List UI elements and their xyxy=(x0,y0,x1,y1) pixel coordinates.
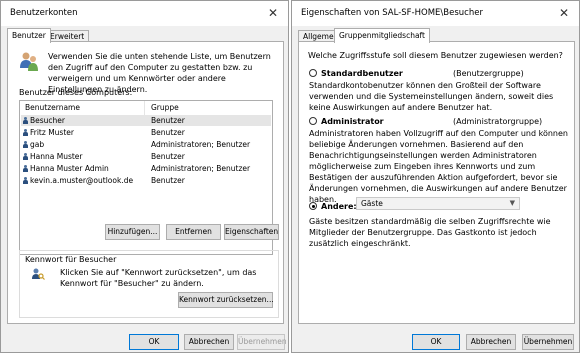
user-icon xyxy=(23,153,28,160)
users-list-label: Benutzer dieses Computers: xyxy=(19,88,133,97)
remove-button[interactable]: Entfernen xyxy=(166,224,221,240)
group-cell: Administratoren; Benutzer xyxy=(151,140,251,149)
table-row[interactable]: Hanna Muster Admin Administratoren; Benu… xyxy=(21,163,271,174)
standard-user-description: Standardkontobenutzer können den Großtei… xyxy=(309,81,554,112)
standard-user-label[interactable]: Standardbenutzer xyxy=(321,68,403,79)
add-button[interactable]: Hinzufügen... xyxy=(105,224,160,240)
user-properties-window: Eigenschaften von SAL-SF-HOME\Besucher ✕… xyxy=(291,0,580,353)
username-cell: kevin.a.muster@outlook.de xyxy=(30,176,134,185)
reset-password-button[interactable]: Kennwort zurücksetzen... xyxy=(178,292,274,308)
properties-button[interactable]: Eigenschaften xyxy=(224,224,279,240)
column-header-username[interactable]: Benutzername xyxy=(25,103,80,112)
user-icon xyxy=(23,117,28,124)
group-cell: Benutzer xyxy=(151,116,185,125)
administrator-radio[interactable] xyxy=(309,117,317,125)
user-accounts-window: Benutzerkonten ✕ Benutzer Erweitert Verw… xyxy=(0,0,289,353)
apply-button[interactable]: Übernehmen xyxy=(522,334,574,350)
user-icon xyxy=(23,129,28,136)
cancel-button[interactable]: Abbrechen xyxy=(466,334,516,350)
administrator-description: Administratoren haben Vollzugriff auf de… xyxy=(309,129,568,204)
column-divider[interactable] xyxy=(144,101,145,115)
table-row[interactable]: kevin.a.muster@outlook.de Benutzer xyxy=(21,175,271,186)
other-label[interactable]: Andere: xyxy=(321,201,357,212)
group-cell: Benutzer xyxy=(151,152,185,161)
column-header-group[interactable]: Gruppe xyxy=(151,103,179,112)
group-cell: Administratoren; Benutzer xyxy=(151,164,251,173)
user-icon xyxy=(23,165,28,172)
key-user-icon xyxy=(32,268,45,280)
tab-users[interactable]: Benutzer xyxy=(7,28,51,43)
table-row[interactable]: Fritz Muster Benutzer xyxy=(21,127,271,138)
users-icon xyxy=(20,52,38,71)
user-icon xyxy=(23,141,28,148)
close-icon[interactable]: ✕ xyxy=(557,6,571,20)
group-cell: Benutzer xyxy=(151,128,185,137)
tab-group-membership[interactable]: Gruppenmitgliedschaft xyxy=(334,28,431,43)
access-level-question: Welche Zugriffsstufe soll diesem Benutze… xyxy=(308,51,563,60)
title-bar: Benutzerkonten ✕ xyxy=(1,1,288,26)
other-group-select[interactable]: Gäste ▼ xyxy=(356,197,520,210)
username-cell: Hanna Muster Admin xyxy=(30,164,109,173)
other-group-selected-value: Gäste xyxy=(361,199,383,208)
password-group-title: Kennwort für Besucher xyxy=(25,255,117,264)
password-hint-text: Klicken Sie auf "Kennwort zurücksetzen",… xyxy=(60,268,257,288)
administrator-label[interactable]: Administrator xyxy=(321,116,384,127)
username-cell: Hanna Muster xyxy=(30,152,83,161)
username-cell: Fritz Muster xyxy=(30,128,74,137)
ok-button[interactable]: OK xyxy=(129,334,179,350)
table-row[interactable]: gab Administratoren; Benutzer xyxy=(21,139,271,150)
chevron-down-icon: ▼ xyxy=(509,199,515,207)
other-description: Gäste besitzen standardmäßig die selben … xyxy=(309,217,551,248)
standard-user-radio[interactable] xyxy=(309,69,317,77)
group-cell: Benutzer xyxy=(151,176,185,185)
close-icon[interactable]: ✕ xyxy=(266,6,280,20)
group-membership-panel: Welche Zugriffsstufe soll diesem Benutze… xyxy=(298,41,575,324)
window-title: Eigenschaften von SAL-SF-HOME\Besucher xyxy=(301,8,483,18)
users-panel: Verwenden Sie die unten stehende Liste, … xyxy=(7,41,284,324)
password-group: Kennwort für Besucher Klicken Sie auf "K… xyxy=(19,250,279,318)
window-title: Benutzerkonten xyxy=(10,8,78,18)
user-icon xyxy=(23,177,28,184)
apply-button[interactable]: Übernehmen xyxy=(237,334,287,350)
cancel-button[interactable]: Abbrechen xyxy=(184,334,234,350)
username-cell: gab xyxy=(30,140,45,149)
table-row[interactable]: Besucher Benutzer xyxy=(21,115,271,126)
other-radio[interactable] xyxy=(309,202,317,210)
standard-user-group: (Benutzergruppe) xyxy=(453,69,524,78)
ok-button[interactable]: OK xyxy=(412,334,460,350)
username-cell: Besucher xyxy=(30,116,65,125)
table-row[interactable]: Hanna Muster Benutzer xyxy=(21,151,271,162)
administrator-group: (Administratorgruppe) xyxy=(453,117,543,126)
title-bar: Eigenschaften von SAL-SF-HOME\Besucher ✕ xyxy=(292,1,579,26)
